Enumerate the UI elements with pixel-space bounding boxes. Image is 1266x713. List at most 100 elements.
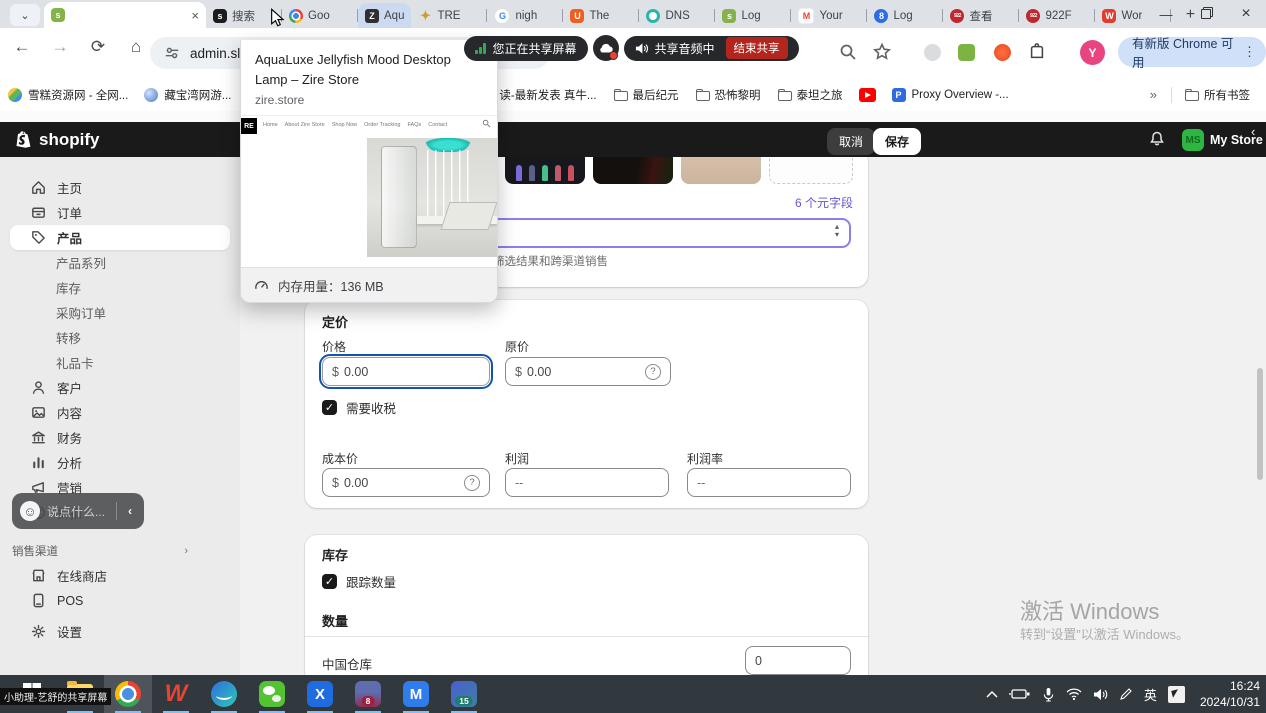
sidebar-item-内容[interactable]: 内容 (10, 400, 230, 425)
sidebar-item-分析[interactable]: 分析 (10, 450, 230, 475)
bookmarks-bar: 雪糕资源网 - 全网...藏宝湾网游... 读-最新发表 真牛...最后纪元恐怖黎… (0, 78, 1266, 111)
microphone-icon[interactable] (1042, 687, 1055, 702)
browser-menu-icon[interactable]: ⋮ (1243, 44, 1256, 60)
all-bookmarks-button[interactable]: 所有书签 (1176, 87, 1258, 103)
home-button[interactable]: ⌂ (124, 37, 148, 57)
checkbox-checked-icon[interactable]: ✓ (322, 400, 337, 415)
wps-office[interactable]: W (152, 675, 200, 713)
tab-close-icon[interactable]: × (191, 9, 199, 22)
bookmark-读-最新发表 真牛...[interactable]: 读-最新发表 真牛... (491, 87, 604, 103)
chrome-update-button[interactable]: 有新版 Chrome 可用 ⋮ (1118, 37, 1266, 67)
taskbar-clock[interactable]: 16:24 2024/10/31 (1200, 678, 1260, 710)
bookmark-最后纪元[interactable]: 最后纪元 (605, 87, 687, 103)
quantity-input[interactable]: 0 (745, 646, 851, 675)
profile-avatar[interactable]: Y (1080, 40, 1105, 65)
margin-input[interactable]: -- (687, 468, 851, 497)
teal-app[interactable] (200, 675, 248, 713)
cancel-button[interactable]: 取消 (827, 128, 875, 155)
battery-icon[interactable] (1009, 687, 1031, 701)
sidebar-channel-在线商店[interactable]: 在线商店 (10, 563, 230, 588)
sidebar-item-转移[interactable]: 转移 (10, 325, 230, 350)
calendar-app[interactable]: 15 (440, 675, 488, 713)
reload-button[interactable]: ⟳ (86, 37, 110, 57)
browser-tab-922F[interactable]: 922922F (1019, 3, 1095, 28)
browser-tab-Log[interactable]: sLog (715, 3, 791, 28)
tab-search-chevron-icon[interactable]: ⌄ (10, 4, 40, 26)
sidebar-item-订单[interactable]: 订单 (10, 200, 230, 225)
browser-tab-DNS[interactable]: DNS (639, 3, 715, 28)
browser-tab-Log[interactable]: 8Log (867, 3, 943, 28)
forward-button[interactable]: → (48, 37, 72, 57)
windows-activation-watermark: 激活 Windows (1020, 594, 1159, 626)
smiley-icon[interactable]: ☺ (20, 501, 40, 521)
metafields-link[interactable]: 6 个元字段 (795, 194, 853, 211)
help-icon[interactable]: ? (464, 475, 480, 491)
browser-tab-查看[interactable]: 922查看 (943, 3, 1019, 28)
sidebar-item-库存[interactable]: 库存 (10, 275, 230, 300)
browser-tab-The[interactable]: UThe (563, 3, 639, 28)
bookmark-泰坦之旅[interactable]: 泰坦之旅 (769, 87, 851, 103)
page-scrollbar[interactable] (1257, 368, 1263, 480)
chat-input[interactable]: 说点什么... (47, 503, 109, 520)
hidden-icons-chevron[interactable] (986, 690, 998, 698)
window-restore-button[interactable] (1186, 0, 1226, 28)
help-icon[interactable]: ? (645, 364, 661, 380)
sidebar-item-采购订单[interactable]: 采购订单 (10, 300, 230, 325)
notifications-bell-icon[interactable] (1148, 130, 1166, 148)
sales-channels-header[interactable]: 销售渠道 › (10, 539, 230, 563)
profit-input[interactable]: -- (505, 468, 669, 497)
extension-icon-1[interactable] (924, 44, 941, 61)
wifi-icon[interactable] (1066, 688, 1082, 700)
sidebar-item-客户[interactable]: 客户 (10, 375, 230, 400)
extension-icon-3[interactable] (994, 44, 1011, 61)
compare-at-input[interactable]: $ 0.00 ? (505, 357, 671, 386)
search-icon[interactable] (838, 42, 858, 62)
pen-icon[interactable] (1119, 687, 1133, 701)
sidebar-item-settings[interactable]: 设置 (10, 619, 230, 644)
extensions-puzzle-icon[interactable] (1028, 43, 1046, 61)
bookmark-雪糕资源网 - 全网...[interactable]: 雪糕资源网 - 全网... (0, 87, 136, 103)
checkbox-checked-icon[interactable]: ✓ (322, 574, 337, 589)
browser-tab-Goo[interactable]: Goo (282, 3, 358, 28)
save-button[interactable]: 保存 (873, 128, 921, 155)
bookmark-恐怖黎明[interactable]: 恐怖黎明 (687, 87, 769, 103)
price-input[interactable]: $ 0.00 (322, 357, 490, 386)
window-minimize-button[interactable]: — (1146, 0, 1186, 28)
bookmark-star-icon[interactable] (872, 42, 892, 62)
sidebar-item-产品系列[interactable]: 产品系列 (10, 250, 230, 275)
window-close-button[interactable]: × (1226, 0, 1266, 28)
browser-tab-nigh[interactable]: Gnigh (487, 3, 563, 28)
stop-sharing-button[interactable]: 结束共享 (726, 37, 788, 59)
sidebar-item-主页[interactable]: 主页 (10, 175, 230, 200)
sidebar-item-产品[interactable]: 产品 (10, 225, 230, 250)
volume-icon[interactable] (1093, 688, 1108, 701)
extension-icon-2[interactable] (958, 44, 975, 61)
cost-input[interactable]: $ 0.00 ? (322, 468, 490, 497)
browser-tab-TRE[interactable]: ✦TRE (411, 3, 487, 28)
bookmark-Proxy Overview -...[interactable]: PProxy Overview -... (884, 88, 1017, 102)
m-app[interactable]: M (392, 675, 440, 713)
meeting-app[interactable]: 8 (344, 675, 392, 713)
tray-app-icon[interactable] (1168, 686, 1185, 703)
collapse-left-icon[interactable]: ‹ (124, 504, 136, 518)
charge-tax-row[interactable]: ✓ 需要收税 (322, 398, 396, 417)
wechat[interactable] (248, 675, 296, 713)
back-button[interactable]: ← (10, 37, 34, 57)
shopify-logo[interactable]: shopify (14, 130, 99, 150)
store-avatar[interactable]: MS (1182, 129, 1204, 151)
browser-tab-Your[interactable]: MYour (791, 3, 867, 28)
track-quantity-row[interactable]: ✓ 跟踪数量 (322, 572, 396, 591)
bookmark-youtube[interactable] (851, 88, 884, 102)
bookmark-藏宝湾网游...[interactable]: 藏宝湾网游... (136, 87, 239, 103)
bookmarks-overflow-chevron[interactable]: » (1140, 87, 1167, 102)
browser-tab-Aqu[interactable]: ZAqu (358, 3, 411, 28)
sidebar-item-礼品卡[interactable]: 礼品卡 (10, 350, 230, 375)
cloud-app-button[interactable] (593, 35, 619, 61)
ime-indicator[interactable]: 英 (1144, 685, 1157, 704)
collapse-chevron-icon[interactable]: ‹ (1251, 124, 1255, 139)
site-settings-icon[interactable] (164, 45, 180, 61)
browser-tab-active[interactable]: s× (44, 2, 206, 28)
thunder-app[interactable]: X (296, 675, 344, 713)
sidebar-item-财务[interactable]: 财务 (10, 425, 230, 450)
sidebar-channel-POS[interactable]: POS (10, 588, 230, 613)
